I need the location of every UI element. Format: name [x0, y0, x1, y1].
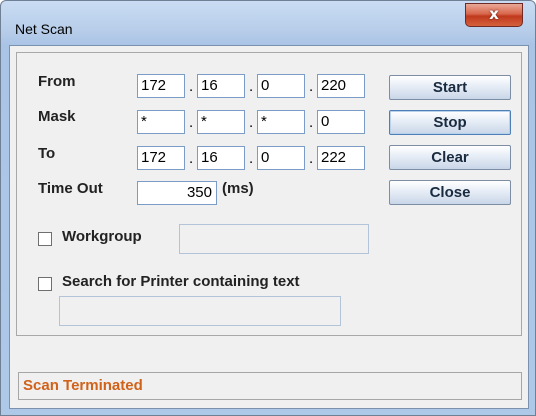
to-separator-3: . [309, 150, 314, 167]
from-separator-3: . [309, 78, 314, 95]
timeout-input[interactable]: 350 [137, 181, 217, 205]
window-title: Net Scan [15, 21, 73, 37]
to-octet-1[interactable]: 172 [137, 146, 185, 170]
to-separator-2: . [249, 150, 254, 167]
stop-button[interactable]: Stop [389, 110, 511, 135]
to-separator-1: . [189, 150, 194, 167]
title-bar[interactable]: Net Scan x [1, 1, 535, 45]
from-octet-1[interactable]: 172 [137, 74, 185, 98]
workgroup-input[interactable] [179, 224, 369, 254]
mask-label: Mask [38, 108, 76, 125]
workgroup-checkbox[interactable] [38, 232, 52, 246]
close-button[interactable]: Close [389, 180, 511, 205]
dialog-body: From 172 . 16 . 0 . 220 Mask * . * . * .… [9, 45, 529, 409]
window-close-button[interactable]: x [465, 3, 523, 27]
to-label: To [38, 145, 56, 162]
start-button[interactable]: Start [389, 75, 511, 100]
status-bar: Scan Terminated [18, 372, 522, 400]
workgroup-label: Workgroup [62, 228, 142, 245]
from-octet-2[interactable]: 16 [197, 74, 245, 98]
mask-octet-1[interactable]: * [137, 110, 185, 134]
printer-search-input[interactable] [59, 296, 341, 326]
from-octet-4[interactable]: 220 [317, 74, 365, 98]
mask-octet-4[interactable]: 0 [317, 110, 365, 134]
to-octet-4[interactable]: 222 [317, 146, 365, 170]
printer-search-label: Search for Printer containing text [62, 273, 300, 290]
from-octet-3[interactable]: 0 [257, 74, 305, 98]
from-label: From [38, 73, 76, 90]
from-separator-1: . [189, 78, 194, 95]
mask-separator-1: . [189, 114, 194, 131]
net-scan-window: Net Scan x From 172 . 16 . 0 . 220 Mask … [0, 0, 536, 416]
from-separator-2: . [249, 78, 254, 95]
mask-separator-3: . [309, 114, 314, 131]
printer-search-checkbox[interactable] [38, 277, 52, 291]
scan-settings-panel: From 172 . 16 . 0 . 220 Mask * . * . * .… [16, 52, 522, 336]
mask-separator-2: . [249, 114, 254, 131]
mask-octet-2[interactable]: * [197, 110, 245, 134]
timeout-unit: (ms) [222, 180, 254, 197]
close-icon: x [489, 5, 499, 23]
clear-button[interactable]: Clear [389, 145, 511, 170]
to-octet-3[interactable]: 0 [257, 146, 305, 170]
mask-octet-3[interactable]: * [257, 110, 305, 134]
to-octet-2[interactable]: 16 [197, 146, 245, 170]
timeout-label: Time Out [38, 180, 103, 197]
